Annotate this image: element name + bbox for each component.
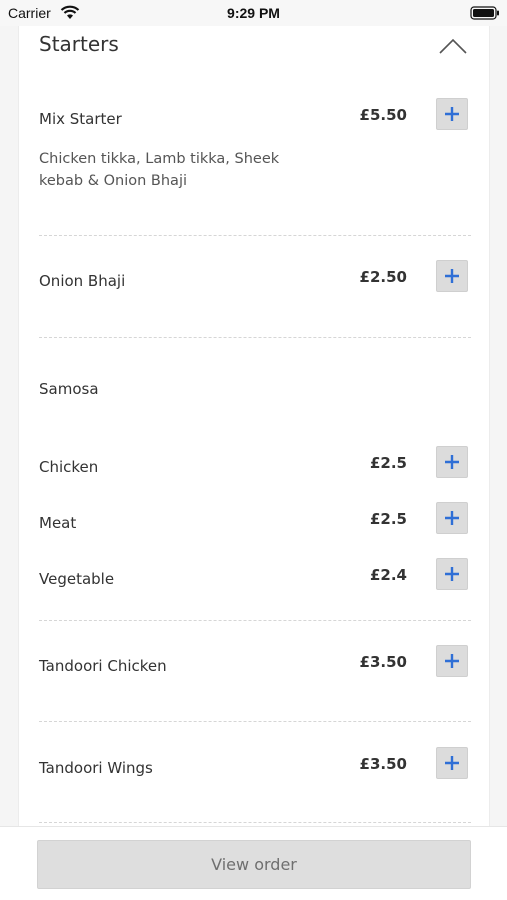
option-name: Vegetable bbox=[39, 570, 115, 588]
divider bbox=[39, 235, 471, 236]
option-name: Meat bbox=[39, 514, 77, 532]
option-price: £2.5 bbox=[369, 454, 407, 472]
item-description-line: Chicken tikka, Lamb tikka, Sheek bbox=[39, 151, 280, 167]
item-price: £5.50 bbox=[359, 106, 407, 124]
divider bbox=[39, 721, 471, 722]
battery-icon bbox=[470, 6, 499, 20]
add-option-button[interactable] bbox=[436, 446, 468, 478]
item-description-line: kebab & Onion Bhaji bbox=[39, 173, 188, 189]
add-item-button[interactable] bbox=[436, 645, 468, 677]
divider bbox=[39, 337, 471, 338]
item-name: Tandoori Chicken bbox=[39, 657, 167, 675]
plus-icon bbox=[445, 269, 459, 283]
plus-icon bbox=[445, 511, 459, 525]
group-name: Samosa bbox=[39, 380, 99, 398]
status-bar: Carrier 9:29 PM bbox=[0, 0, 507, 26]
item-price: £3.50 bbox=[359, 755, 407, 773]
item-name: Tandoori Wings bbox=[39, 759, 153, 777]
add-item-button[interactable] bbox=[436, 98, 468, 130]
menu-section-card: Starters Mix Starter £5.50 Chicken tikka… bbox=[18, 8, 490, 826]
clock-time: 9:29 PM bbox=[227, 5, 280, 21]
section-title: Starters bbox=[39, 32, 119, 56]
bottom-bar: View order bbox=[0, 826, 507, 900]
item-description: Chicken tikka, Lamb tikka, Sheek kebab &… bbox=[39, 148, 309, 192]
view-order-button[interactable]: View order bbox=[37, 840, 471, 889]
item-price: £3.50 bbox=[359, 653, 407, 671]
add-option-button[interactable] bbox=[436, 502, 468, 534]
item-name: Mix Starter bbox=[39, 110, 122, 128]
add-item-button[interactable] bbox=[436, 260, 468, 292]
add-item-button[interactable] bbox=[436, 747, 468, 779]
plus-icon bbox=[445, 654, 459, 668]
divider bbox=[39, 822, 471, 823]
item-price: £2.50 bbox=[359, 268, 407, 286]
option-price: £2.5 bbox=[369, 510, 407, 528]
option-price: £2.4 bbox=[369, 566, 407, 584]
divider bbox=[39, 620, 471, 621]
chevron-up-icon[interactable] bbox=[439, 38, 467, 54]
plus-icon bbox=[445, 567, 459, 581]
add-option-button[interactable] bbox=[436, 558, 468, 590]
item-name: Onion Bhaji bbox=[39, 272, 126, 290]
option-name: Chicken bbox=[39, 458, 99, 476]
plus-icon bbox=[445, 107, 459, 121]
plus-icon bbox=[445, 455, 459, 469]
plus-icon bbox=[445, 756, 459, 770]
